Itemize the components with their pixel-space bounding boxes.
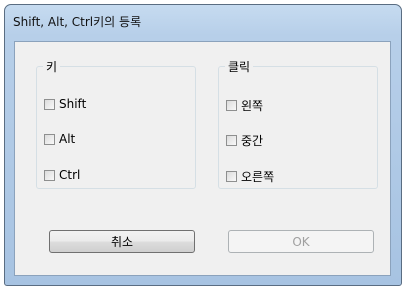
dialog-window: Shift, Alt, Ctrl키의 등록 키 Shift Alt Ctrl 클… bbox=[4, 4, 402, 286]
key-group-legend: 키 bbox=[43, 58, 61, 75]
window-title: Shift, Alt, Ctrl키의 등록 bbox=[13, 15, 142, 29]
checkbox-left[interactable]: 왼쪽 bbox=[226, 97, 263, 114]
ok-button[interactable]: OK bbox=[228, 230, 374, 253]
title-bar[interactable]: Shift, Alt, Ctrl키의 등록 bbox=[5, 5, 401, 39]
checkbox-right[interactable]: 오른쪽 bbox=[226, 168, 274, 185]
checkbox-ctrl-label: Ctrl bbox=[59, 168, 81, 182]
checkbox-left-label: 왼쪽 bbox=[241, 99, 264, 113]
cancel-button[interactable]: 취소 bbox=[49, 230, 195, 253]
checkbox-middle-label: 중간 bbox=[241, 134, 264, 148]
checkbox-box[interactable] bbox=[44, 98, 55, 110]
click-group-legend: 클릭 bbox=[225, 58, 254, 75]
checkbox-box[interactable] bbox=[226, 100, 237, 111]
checkbox-middle[interactable]: 중간 bbox=[226, 132, 263, 149]
checkbox-ctrl[interactable]: Ctrl bbox=[44, 168, 80, 182]
checkbox-box[interactable] bbox=[44, 133, 55, 145]
checkbox-right-label: 오른쪽 bbox=[241, 170, 275, 184]
checkbox-box[interactable] bbox=[226, 171, 237, 182]
checkbox-alt-label: Alt bbox=[59, 132, 76, 146]
checkbox-box[interactable] bbox=[44, 169, 55, 181]
checkbox-shift-label: Shift bbox=[59, 97, 87, 111]
dialog-content: 키 Shift Alt Ctrl 클릭 왼쪽 중간 오른쪽 취소 OK bbox=[14, 41, 391, 276]
checkbox-shift[interactable]: Shift bbox=[44, 97, 86, 111]
checkbox-alt[interactable]: Alt bbox=[44, 132, 75, 146]
checkbox-box[interactable] bbox=[226, 135, 237, 146]
